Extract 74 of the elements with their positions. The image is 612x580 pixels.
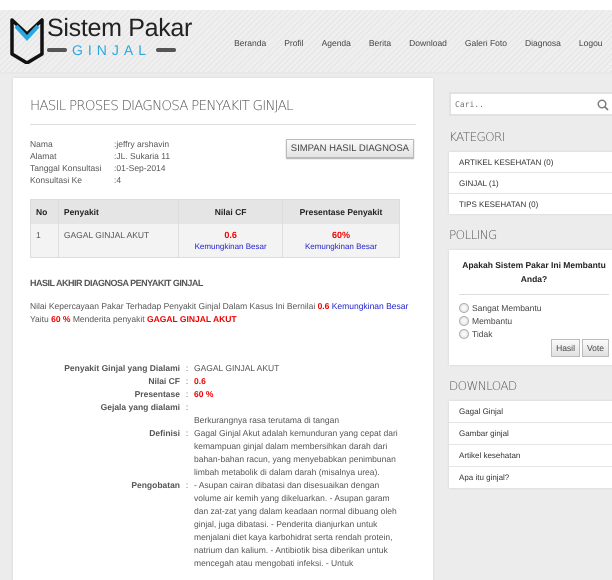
detail-value: GAGAL GINJAL AKUT — [194, 363, 280, 373]
section-title: DOWNLOAD — [449, 379, 518, 393]
detail-label: Definisi — [149, 428, 180, 438]
field-value: :JL. Sukaria 11 — [114, 151, 170, 161]
percent-note-link[interactable]: Kemungkinan Besar — [304, 242, 377, 251]
detail-label: Pengobatan — [131, 480, 180, 490]
category-link[interactable]: TIPS KESEHATAN (0) — [449, 194, 612, 214]
summary-text: Nilai Kepercayaan Pakar Terhadap Penyakit Ginjal Dalam Kasus Ini Bernilai 0.6 Kemungkinan Besar Yaitu 60 % Menderita penyakit GAGAL GINJAL AKUT — [30, 300, 410, 326]
nav-link[interactable]: Diagnosa — [524, 38, 561, 48]
detail-value: Gagal Ginjal Akut adalah kemunduran yang cepat dari kemampuan ginjal dalam membersihkan darah dari bahan-bahan racun, yang menyebabkan penimbunan limbah metabolik di dalam darah (misalnya urea). — [194, 428, 398, 477]
column-header: No — [30, 200, 58, 224]
nav-link[interactable]: Berita — [368, 38, 392, 48]
bar-icon — [156, 47, 176, 53]
field-label: Tanggal Konsultasi — [30, 163, 102, 173]
radio-button[interactable] — [459, 329, 469, 339]
category-link[interactable]: ARTIKEL KESEHATAN (0) — [449, 152, 612, 173]
bar-icon — [47, 47, 67, 53]
detail-label: Presentase — [134, 389, 180, 399]
percent-value: 60% — [330, 230, 351, 240]
search-field[interactable]: Cari.. — [449, 92, 612, 116]
colon: : — [186, 480, 188, 490]
detail-label: Nilai CF — [148, 376, 180, 386]
file-link[interactable]: Gambar ginjal — [449, 423, 612, 445]
nav-link[interactable]: Profil — [284, 38, 304, 48]
search-icon — [597, 99, 609, 111]
detail-value: - Asupan cairan dibatasi dan disesuaikan dengan volume air kemih yang dikeluarkan. - Asupan garam dan zat-zat yang dalam keadaan normal dibuang oleh ginjal, juga dibatasi. - Penderita dianjurkan untuk menjalani diet kaya karbohidrat serta rendah protein, natrium dan kalium. - Antibiotik bisa diberikan untuk mencegah atau mengobati infeksi. - Untuk — [194, 480, 397, 568]
field-label: Konsultasi Ke — [30, 175, 83, 185]
section-title: HASIL AKHIR DIAGNOSA PENYAKIT GINJAL — [30, 278, 204, 288]
colon: : — [186, 389, 188, 399]
field-value: :jeffry arshavin — [114, 139, 170, 149]
logo-subtitle: GINJAL — [72, 42, 152, 58]
file-link[interactable]: Artikel kesehatan — [449, 445, 612, 467]
option-label: Tidak — [472, 329, 492, 339]
table-cell: GAGAL GINJAL AKUT — [58, 224, 179, 258]
option-label: Membantu — [472, 316, 512, 326]
option-label: Sangat Membantu — [472, 303, 542, 313]
colon: : — [186, 428, 188, 438]
file-link[interactable]: Gagal Ginjal — [449, 401, 612, 423]
nav-link[interactable]: Logou — [578, 38, 603, 48]
file-link[interactable]: Apa itu ginjal? — [449, 467, 612, 488]
nav-link[interactable]: Agenda — [322, 38, 351, 48]
colon: : — [186, 376, 188, 386]
field-label: Nama — [30, 139, 54, 149]
section-title: KATEGORI — [449, 130, 506, 144]
field-value: :4 — [114, 175, 122, 185]
nav-link[interactable]: Download — [409, 38, 447, 48]
detail-label: Gejala yang dialami — [100, 402, 180, 412]
poll-question: Apakah Sistem Pakar Ini Membantu Anda? — [459, 258, 609, 295]
poll-button[interactable]: Hasil — [551, 339, 580, 357]
save-button[interactable]: SIMPAN HASIL DIAGNOSA — [286, 139, 414, 158]
colon: : — [186, 402, 188, 412]
column-header: Presentase Penyakit — [282, 200, 400, 224]
category-link[interactable]: GINJAL (1) — [449, 173, 612, 194]
table-cell: 1 — [30, 224, 58, 258]
detail-value: Berkurangnya rasa terutama di tangan — [194, 415, 340, 425]
field-value: :01-Sep-2014 — [114, 163, 167, 173]
section-title: POLLING — [449, 228, 498, 242]
colon: : — [186, 363, 188, 373]
radio-button[interactable] — [459, 316, 469, 326]
detail-value: 60 % — [194, 389, 214, 399]
radio-button[interactable] — [459, 303, 469, 313]
cf-value: 0.6 — [223, 230, 238, 240]
detail-label: Penyakit Ginjal yang Dialami — [64, 363, 180, 373]
column-header: Nilai CF — [178, 200, 282, 224]
logo-title: Sistem Pakar — [47, 14, 192, 42]
poll-button[interactable]: Vote — [582, 339, 609, 357]
page-title: HASIL PROSES DIAGNOSA PENYAKIT GINJAL — [30, 98, 416, 125]
column-header: Penyakit — [58, 200, 179, 224]
detail-value: 0.6 — [194, 376, 206, 386]
nav-link[interactable]: Galeri Foto — [464, 38, 507, 48]
field-label: Alamat — [30, 151, 58, 161]
logo-icon — [10, 16, 44, 64]
nav-link[interactable]: Beranda — [234, 38, 266, 48]
cf-note-link[interactable]: Kemungkinan Besar — [194, 242, 267, 251]
